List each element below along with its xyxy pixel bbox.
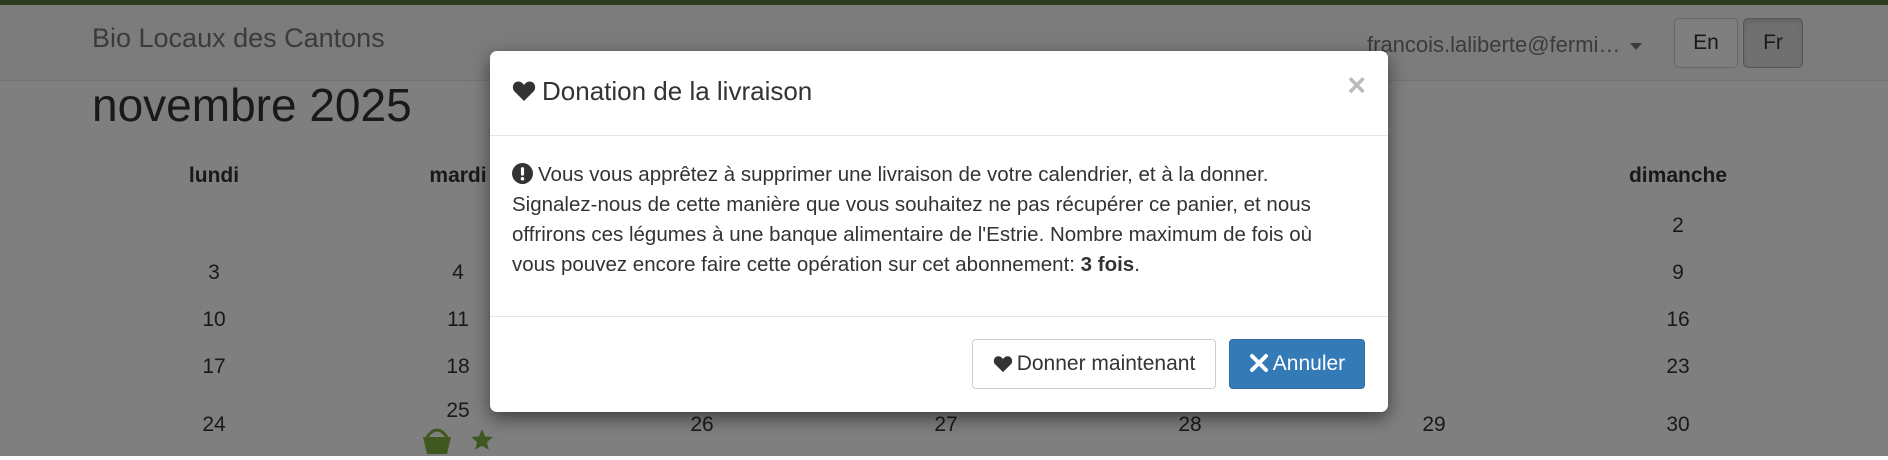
close-button[interactable]: × [1347,69,1366,101]
donate-now-button[interactable]: Donner maintenant [972,339,1216,389]
modal-body: Vous vous apprêtez à supprimer une livra… [490,136,1388,317]
modal-title: Donation de la livraison [512,76,812,107]
times-icon [1249,354,1268,372]
donation-modal: Donation de la livraison × Vous vous app… [490,51,1388,412]
heart-icon [993,356,1012,373]
heart-icon [512,81,536,101]
modal-header: Donation de la livraison × [490,51,1388,136]
modal-body-end: . [1134,253,1140,276]
exclamation-circle-icon [512,163,533,184]
modal-title-text: Donation de la livraison [542,76,813,106]
donation-count: 3 fois [1080,253,1135,276]
donate-now-label: Donner maintenant [1016,352,1196,375]
modal-body-text: Vous vous apprêtez à supprimer une livra… [512,163,1313,276]
cancel-label: Annuler [1272,352,1346,375]
cancel-button[interactable]: Annuler [1229,339,1365,389]
